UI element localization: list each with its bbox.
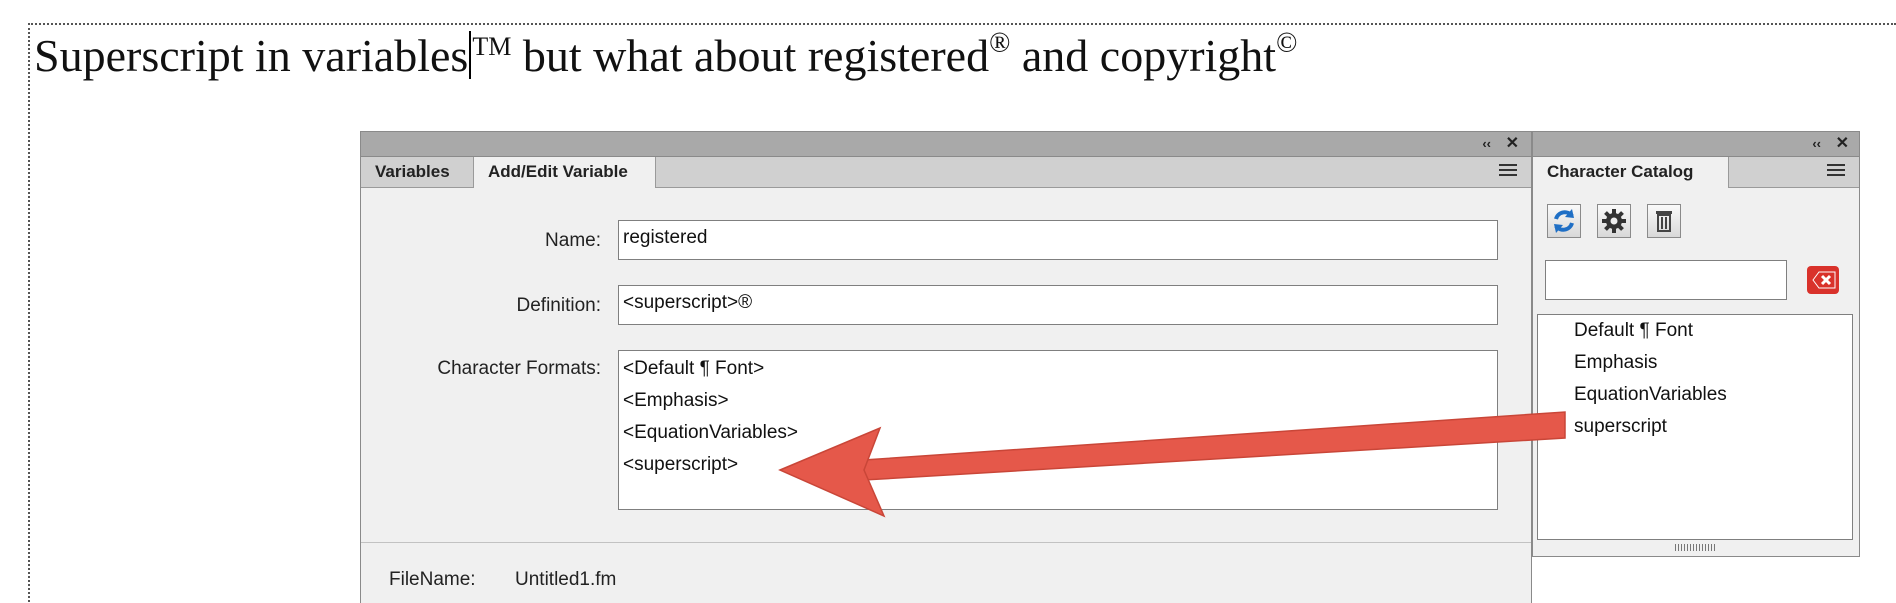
format-list-item[interactable]: <superscript> <box>623 449 1493 481</box>
catalog-list[interactable]: Default ¶ Font Emphasis EquationVariable… <box>1537 314 1853 540</box>
name-field[interactable]: registered <box>618 220 1498 260</box>
panel-menu-icon[interactable] <box>1499 164 1517 179</box>
catalog-list-item[interactable]: Emphasis <box>1574 347 1852 379</box>
tm-variable[interactable]: TM <box>472 32 511 61</box>
delete-icon[interactable] <box>1647 204 1681 238</box>
doc-text-part3: and copyright <box>1010 30 1277 81</box>
filename-label: FileName: <box>389 569 476 590</box>
page-left-boundary <box>28 23 30 602</box>
character-catalog-panel: ‹‹ ✕ Character Catalog Default ¶ Font Em… <box>1532 131 1860 557</box>
variables-panel: ‹‹ ✕ Variables Add/Edit Variable Name: r… <box>360 131 1532 603</box>
format-list-item[interactable]: <Emphasis> <box>623 385 1493 417</box>
resize-grip[interactable] <box>1675 544 1715 551</box>
format-list-item[interactable]: <Default ¶ Font> <box>623 353 1493 385</box>
name-label: Name: <box>545 230 601 251</box>
gear-icon[interactable] <box>1597 204 1631 238</box>
catalog-list-item[interactable]: EquationVariables <box>1574 379 1852 411</box>
format-list-item[interactable]: <EquationVariables> <box>623 417 1493 449</box>
refresh-icon[interactable] <box>1547 204 1581 238</box>
document-text-line[interactable]: Superscript in variables TM but what abou… <box>34 24 1297 88</box>
tab-character-catalog[interactable]: Character Catalog <box>1533 157 1729 188</box>
character-formats-list[interactable]: <Default ¶ Font> <Emphasis> <EquationVar… <box>618 350 1498 510</box>
definition-label: Definition: <box>516 295 602 316</box>
variables-tabstrip: Variables Add/Edit Variable <box>361 157 1531 188</box>
catalog-panel-titlebar[interactable]: ‹‹ ✕ <box>1533 132 1859 157</box>
tab-add-edit-variable[interactable]: Add/Edit Variable <box>474 157 656 188</box>
registered-variable[interactable]: ® <box>989 27 1010 58</box>
filename-value: Untitled1.fm <box>515 569 617 590</box>
collapse-icon[interactable]: ‹‹ <box>1812 134 1821 154</box>
clear-search-icon[interactable] <box>1807 266 1839 294</box>
catalog-toolbar <box>1547 204 1697 238</box>
panel-menu-icon[interactable] <box>1827 164 1845 179</box>
catalog-list-item[interactable]: Default ¶ Font <box>1574 315 1852 347</box>
catalog-tabstrip: Character Catalog <box>1533 157 1859 188</box>
close-icon[interactable]: ✕ <box>1836 134 1849 154</box>
character-formats-label: Character Formats: <box>437 358 601 379</box>
catalog-list-item[interactable]: superscript <box>1574 411 1852 443</box>
definition-field[interactable]: <superscript>® <box>618 285 1498 325</box>
collapse-icon[interactable]: ‹‹ <box>1482 134 1491 154</box>
close-icon[interactable]: ✕ <box>1506 134 1519 154</box>
copyright-variable[interactable]: © <box>1276 27 1297 58</box>
panel-divider <box>361 542 1531 543</box>
variables-panel-titlebar[interactable]: ‹‹ ✕ <box>361 132 1531 157</box>
catalog-search-input[interactable] <box>1545 260 1787 300</box>
doc-text-part2: but what about registered <box>511 30 990 81</box>
doc-text-part1: Superscript in variables <box>34 30 469 81</box>
tab-variables[interactable]: Variables <box>361 157 474 187</box>
